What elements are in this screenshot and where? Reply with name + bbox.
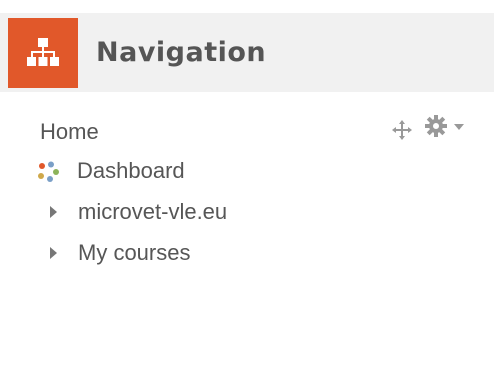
block-title: Navigation — [96, 37, 267, 68]
gear-icon[interactable] — [424, 114, 448, 138]
move-icon[interactable] — [392, 120, 412, 140]
nav-item-home[interactable]: Home — [40, 118, 99, 146]
nav-item-label: Home — [40, 119, 99, 144]
sitemap-icon — [8, 18, 78, 88]
dashboard-icon — [38, 161, 59, 182]
nav-item-label: Dashboard — [77, 158, 185, 183]
chevron-down-icon[interactable] — [454, 124, 464, 130]
expand-arrow-icon[interactable] — [50, 247, 57, 259]
nav-item-label: My courses — [78, 240, 191, 265]
nav-item-label: microvet-vle.eu — [78, 199, 228, 224]
expand-arrow-icon[interactable] — [50, 206, 57, 218]
navigation-block: Navigation Home Dashboard microvet-vle.e… — [0, 0, 494, 365]
